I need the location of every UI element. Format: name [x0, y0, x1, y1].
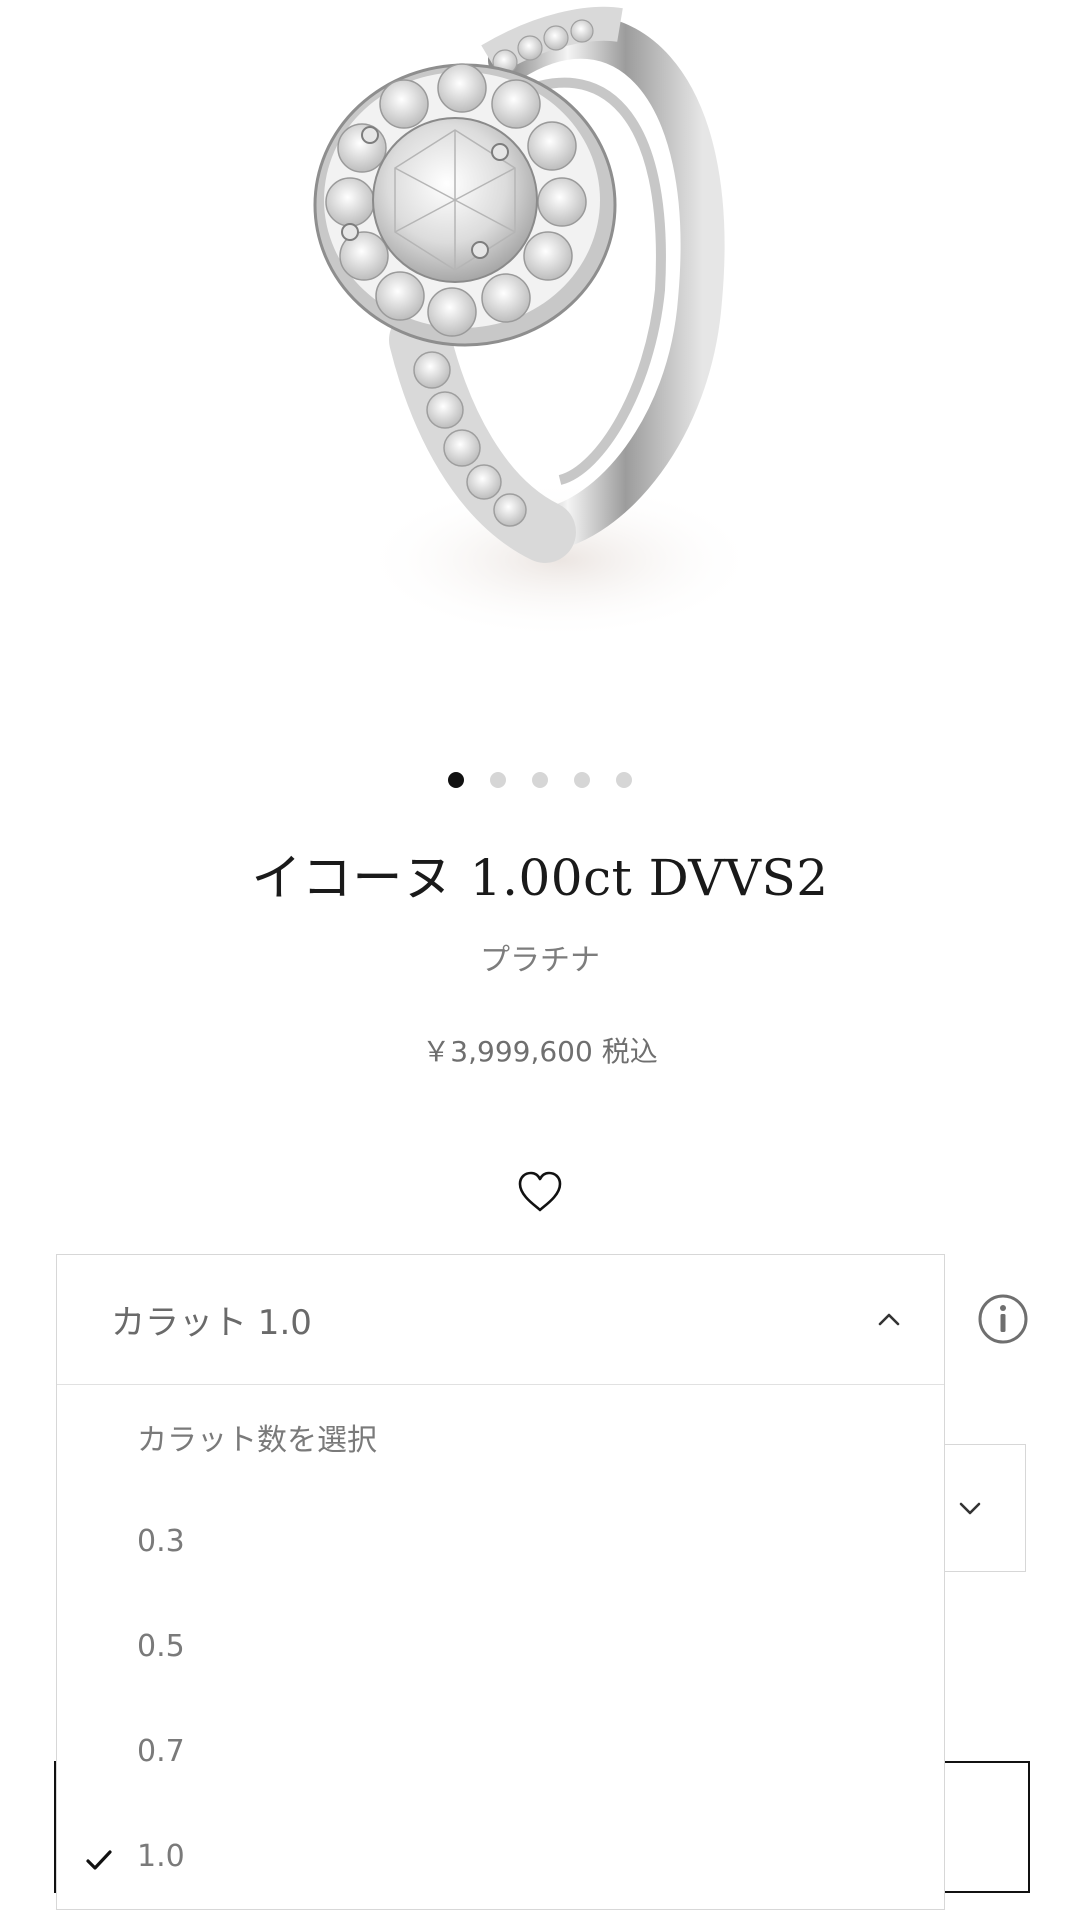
carousel-pagination	[0, 772, 1080, 788]
info-icon[interactable]	[976, 1292, 1030, 1346]
carat-option-0-3[interactable]: 0.3	[57, 1489, 944, 1594]
product-material: プラチナ	[480, 943, 600, 978]
product-image	[313, 6, 760, 640]
carat-options-list: カラット数を選択 0.3 0.5 0.7 1.0	[57, 1385, 944, 1909]
carat-option-label: 1.0	[137, 1839, 185, 1874]
carousel-dot-3[interactable]	[532, 772, 548, 788]
carat-option-1-0[interactable]: 1.0	[57, 1804, 944, 1909]
chevron-down-icon	[959, 1502, 981, 1515]
carousel-dot-1[interactable]	[448, 772, 464, 788]
product-price: ￥3,999,600 税込	[422, 1035, 658, 1068]
carat-selected-label: カラット 1.0	[111, 1303, 312, 1343]
carat-dropdown-toggle[interactable]: カラット 1.0	[57, 1255, 944, 1385]
carat-option-placeholder[interactable]: カラット数を選択	[57, 1385, 944, 1489]
carat-dropdown: カラット 1.0 カラット数を選択 0.3 0.5 0.7 1.0	[56, 1254, 945, 1910]
carat-option-0-5[interactable]: 0.5	[57, 1594, 944, 1699]
carat-option-0-7[interactable]: 0.7	[57, 1699, 944, 1804]
carousel-dot-2[interactable]	[490, 772, 506, 788]
carousel-dot-4[interactable]	[574, 772, 590, 788]
carousel-dot-5[interactable]	[616, 772, 632, 788]
product-title: イコーヌ 1.00ct DVVS2	[251, 849, 829, 907]
check-icon	[86, 1850, 112, 1870]
chevron-up-icon	[878, 1313, 900, 1325]
heart-icon[interactable]	[516, 1168, 564, 1216]
